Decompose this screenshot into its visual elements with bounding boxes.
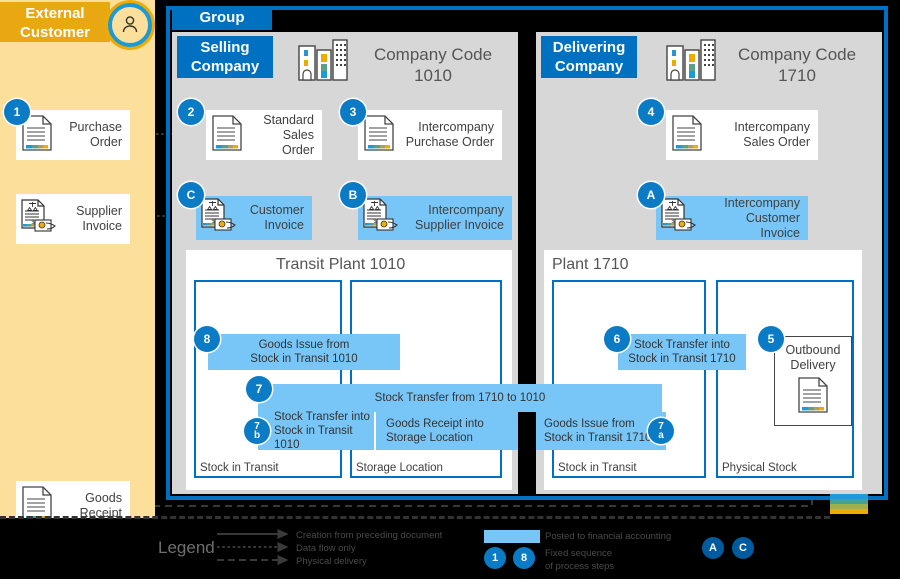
goods-receipt-storage-location-bar[interactable]: Goods Receipt into Storage Location [376, 412, 518, 450]
standard-sales-order-label: Standard Sales Order [263, 112, 314, 157]
document-icon [358, 114, 404, 156]
badge-7b-sub: b [253, 430, 261, 441]
badge-8: 8 [194, 326, 220, 352]
customer-invoice-box[interactable]: $ Customer Invoice [196, 196, 312, 240]
legend-swatch [484, 530, 540, 543]
selling-company-code-line1: Company Code [373, 45, 493, 64]
badge-7b: 7 b [244, 418, 270, 444]
invoice-icon: $ [196, 197, 244, 240]
bar-separator [374, 414, 375, 448]
office-building-icon [663, 36, 719, 82]
transit-plant-title: Transit Plant 1010 [276, 256, 406, 273]
supplier-invoice-box[interactable]: $ Supplier Invoice [16, 194, 130, 244]
plant1710-stock-in-transit-label: Stock in Transit [558, 462, 637, 474]
goods-issue-1010-line1: Goods Issue from [258, 339, 350, 351]
stock-transfer-into-transit-1710-line2: Stock in Transit 1710 [628, 353, 736, 365]
transit-stock-in-transit-label: Stock in Transit [200, 462, 279, 474]
badge-7a: 7 a [648, 418, 674, 444]
invoice-icon: $ [358, 197, 406, 240]
invoice-icon: $ [16, 198, 64, 241]
selling-company-tag-label: Selling Company [190, 39, 260, 75]
delivering-company-code-line1: Company Code [737, 45, 857, 64]
delivering-company-code: Company Code 1710 [722, 44, 872, 86]
sap-accent-stripe [830, 494, 868, 514]
intercompany-purchase-order-box[interactable]: Intercompany Purchase Order [358, 110, 502, 160]
plant1710-physical-stock-label: Physical Stock [722, 462, 797, 474]
purchase-order-label: Purchase Order [69, 120, 122, 149]
intercompany-sales-order-label: Intercompany Sales Order [734, 120, 810, 149]
invoice-icon: $ [656, 197, 704, 240]
badge-C: C [178, 182, 204, 208]
goods-issue-1710-line1: Goods Issue from [544, 418, 635, 430]
intercompany-supplier-invoice-box[interactable]: $ Intercompany Supplier Invoice [358, 196, 512, 240]
intercompany-customer-invoice-box[interactable]: $ Intercompany Customer Invoice [656, 196, 808, 240]
document-icon [775, 377, 851, 418]
group-tag: Group [172, 6, 272, 30]
legend-badge-A: A [702, 537, 724, 559]
intercompany-sales-order-box[interactable]: Intercompany Sales Order [666, 110, 818, 160]
plant-divider [518, 250, 536, 490]
intercompany-customer-invoice-label: Intercompany Customer Invoice [724, 195, 800, 240]
badge-2: 2 [178, 99, 204, 125]
legend-sequence-line2: of process steps [545, 561, 615, 572]
goods-receipt-storage-location-line2: Storage Location [386, 432, 473, 444]
delivering-company-tag-label: Delivering Company [552, 39, 626, 75]
goods-issue-1010-line2: Stock in Transit 1010 [250, 353, 358, 365]
legend-badge-C: C [732, 537, 754, 559]
badge-5: 5 [758, 326, 784, 352]
customer-invoice-label: Customer Invoice [249, 203, 304, 232]
legend-text-dotted: Data flow only [296, 543, 356, 554]
delivering-company-code-line2: 1710 [778, 66, 816, 85]
legend-text-solid: Creation from preceding document [296, 530, 443, 541]
badge-1: 1 [4, 99, 30, 125]
stock-transfer-into-transit-1710-bar[interactable]: Stock Transfer into Stock in Transit 171… [618, 334, 746, 370]
stock-transfer-1710-to-1010-bar[interactable]: Stock Transfer from 1710 to 1010 [258, 384, 662, 412]
goods-issue-1710-bar[interactable]: Goods Issue from Stock in Transit 1710 [536, 412, 666, 450]
legend-swatch-text: Posted to financial accounting [545, 531, 672, 542]
selling-company-tag: Selling Company [177, 36, 273, 78]
selling-company-code-line2: 1010 [414, 66, 452, 85]
stock-transfer-into-transit-1710-line1: Stock Transfer into [634, 339, 730, 351]
badge-3: 3 [340, 99, 366, 125]
legend-divider [0, 516, 830, 519]
badge-4: 4 [638, 99, 664, 125]
badge-7: 7 [246, 376, 272, 402]
goods-issue-1710-line2: Stock in Transit 1710 [544, 432, 652, 444]
legend-badge-1: 1 [484, 547, 506, 569]
legend [0, 518, 900, 579]
document-icon [206, 114, 252, 156]
stock-transfer-1710-to-1010-label: Stock Transfer from 1710 to 1010 [374, 392, 546, 404]
diagram-canvas: External Customer 1 Purchase Order $ Sup… [0, 0, 900, 579]
badge-6: 6 [604, 326, 630, 352]
badge-A: A [638, 182, 664, 208]
stock-transfer-into-transit-1010-line1: Stock Transfer into [274, 411, 370, 423]
badge-7a-sub: a [658, 430, 664, 441]
intercompany-purchase-order-label: Intercompany Purchase Order [405, 120, 494, 149]
goods-receipt-storage-location-line1: Goods Receipt into [386, 418, 484, 430]
selling-company-code: Company Code 1010 [358, 44, 508, 86]
legend-sequence-line1: Fixed sequence [545, 548, 613, 559]
stock-transfer-into-transit-1010-line2: Stock in Transit 1010 [274, 425, 353, 451]
legend-text-dashed: Physical delivery [296, 556, 367, 567]
legend-title: Legend [158, 538, 215, 557]
supplier-invoice-label: Supplier Invoice [76, 204, 122, 233]
plant-1710-title: Plant 1710 [552, 256, 629, 273]
delivering-company-tag: Delivering Company [541, 36, 637, 78]
external-customer-header: External Customer [0, 2, 110, 42]
standard-sales-order-box[interactable]: Standard Sales Order [206, 110, 322, 160]
transit-storage-location-label: Storage Location [356, 462, 443, 474]
legend-badge-8: 8 [513, 547, 535, 569]
office-building-icon [295, 36, 351, 82]
person-icon [108, 3, 152, 47]
document-icon [666, 114, 712, 156]
outbound-delivery-box[interactable]: Outbound Delivery [774, 336, 852, 426]
purchase-order-box[interactable]: Purchase Order [16, 110, 130, 160]
outbound-delivery-label: Outbound Delivery [785, 343, 841, 372]
intercompany-supplier-invoice-label: Intercompany Supplier Invoice [415, 203, 504, 232]
goods-issue-1010-bar[interactable]: Goods Issue from Stock in Transit 1010 [208, 334, 400, 370]
stock-transfer-into-transit-1010-bar[interactable]: Stock Transfer into Stock in Transit 101… [258, 411, 374, 451]
external-customer-lane [0, 0, 155, 518]
badge-B: B [340, 182, 366, 208]
